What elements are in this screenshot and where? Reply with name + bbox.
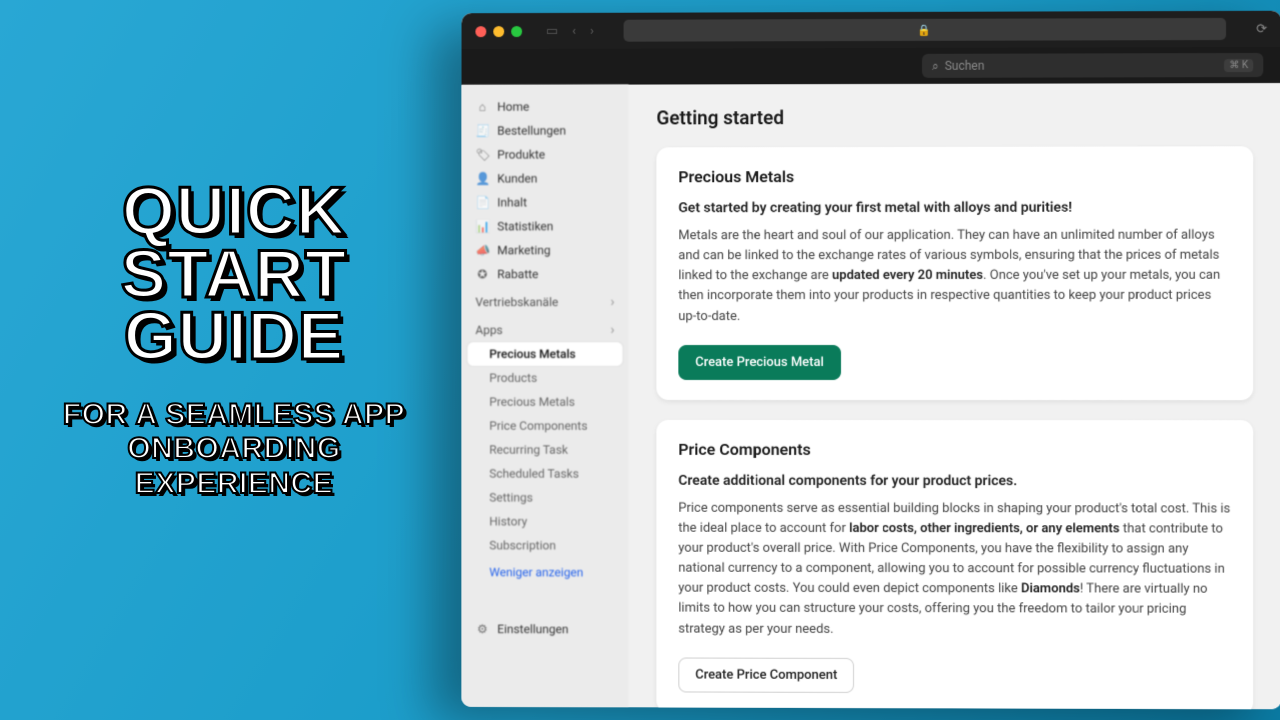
card-precious-metals: Precious Metals Get started by creating … (656, 146, 1253, 400)
forward-icon[interactable]: › (590, 23, 594, 38)
card-lead: Create additional components for your pr… (678, 473, 1231, 490)
chevron-right-icon: › (610, 322, 614, 338)
sidebar: ⌂Home 🧾Bestellungen 🏷Produkte 👤Kunden 📄I… (462, 85, 629, 708)
tag-icon: 🏷 (475, 148, 489, 162)
sidebar-section-apps[interactable]: Apps › (467, 314, 622, 342)
url-bar[interactable]: 🔒 (624, 18, 1226, 42)
card-lead: Get started by creating your first metal… (678, 199, 1231, 216)
page-title: Getting started (656, 105, 1253, 129)
traffic-lights (475, 26, 522, 37)
sidebar-item-products[interactable]: 🏷Produkte (467, 142, 622, 166)
card-price-components: Price Components Create additional compo… (656, 420, 1253, 710)
card-heading: Precious Metals (678, 166, 1231, 186)
lock-icon: 🔒 (917, 23, 931, 36)
card-heading: Price Components (678, 440, 1231, 459)
sidebar-item-content[interactable]: 📄Inhalt (467, 190, 622, 214)
close-icon[interactable] (475, 26, 486, 37)
sidebar-app-scheduled-tasks[interactable]: Scheduled Tasks (467, 462, 622, 486)
refresh-icon[interactable]: ⟳ (1256, 21, 1267, 36)
promo-overlay: QUICK START GUIDE FOR A SEAMLESS APP ONB… (24, 180, 444, 501)
discount-icon: ✪ (475, 267, 489, 281)
browser-window: ▭ ‹ › 🔒 ⟳ ⌕ Suchen ⌘ K ⌂Home 🧾Bestellung… (462, 11, 1280, 709)
sidebar-app-history[interactable]: History (467, 509, 622, 533)
create-precious-metal-button[interactable]: Create Precious Metal (678, 345, 840, 380)
sidebar-item-stats[interactable]: 📊Statistiken (467, 214, 622, 238)
chevron-right-icon: › (610, 294, 614, 310)
card-body: Price components serve as essential buil… (678, 498, 1231, 640)
browser-nav-buttons: ▭ ‹ › (546, 23, 594, 38)
orders-icon: 🧾 (475, 124, 489, 138)
sidebar-item-orders[interactable]: 🧾Bestellungen (467, 119, 622, 143)
sidebar-app-precious-metals-sub[interactable]: Precious Metals (467, 390, 622, 414)
app-body: ⌂Home 🧾Bestellungen 🏷Produkte 👤Kunden 📄I… (462, 83, 1280, 709)
user-icon: 👤 (475, 172, 489, 186)
app-topbar: ⌕ Suchen ⌘ K (462, 47, 1280, 85)
sidebar-app-precious-metals[interactable]: Precious Metals (467, 342, 622, 366)
sidebar-app-price-components[interactable]: Price Components (467, 414, 622, 438)
promo-subtitle: FOR A SEAMLESS APP ONBOARDING EXPERIENCE (24, 398, 444, 502)
page-icon: 📄 (475, 196, 489, 210)
search-shortcut: ⌘ K (1224, 58, 1253, 71)
sidebar-app-products[interactable]: Products (467, 366, 622, 390)
search-placeholder: Suchen (945, 59, 985, 73)
search-icon: ⌕ (932, 58, 939, 73)
card-body: Metals are the heart and soul of our app… (678, 226, 1231, 327)
sidebar-app-subscription[interactable]: Subscription (467, 533, 622, 557)
sidebar-item-customers[interactable]: 👤Kunden (467, 166, 622, 190)
search-input[interactable]: ⌕ Suchen ⌘ K (922, 53, 1263, 78)
sidebar-item-discounts[interactable]: ✪Rabatte (467, 262, 622, 286)
sidebar-toggle-icon[interactable]: ▭ (546, 23, 558, 38)
promo-title: QUICK START GUIDE (24, 180, 444, 368)
chart-icon: 📊 (475, 219, 489, 233)
sidebar-app-recurring-task[interactable]: Recurring Task (467, 438, 622, 462)
sidebar-item-settings[interactable]: ⚙ Einstellungen (467, 617, 622, 641)
main-content: Getting started Precious Metals Get star… (629, 83, 1280, 709)
minimize-icon[interactable] (493, 26, 504, 37)
megaphone-icon: 📣 (475, 243, 489, 257)
back-icon[interactable]: ‹ (572, 23, 576, 38)
show-less-link[interactable]: Weniger anzeigen (467, 557, 622, 587)
create-price-component-button[interactable]: Create Price Component (678, 657, 854, 692)
home-icon: ⌂ (475, 100, 489, 114)
maximize-icon[interactable] (511, 26, 522, 37)
browser-chrome: ▭ ‹ › 🔒 ⟳ (462, 11, 1280, 49)
sidebar-section-channels[interactable]: Vertriebskanäle › (467, 286, 622, 314)
sidebar-item-home[interactable]: ⌂Home (467, 95, 622, 119)
gear-icon: ⚙ (475, 622, 489, 636)
sidebar-app-settings[interactable]: Settings (467, 486, 622, 510)
sidebar-item-marketing[interactable]: 📣Marketing (467, 238, 622, 262)
